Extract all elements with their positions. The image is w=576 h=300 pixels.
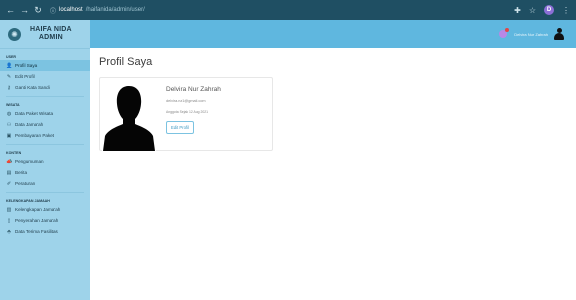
profile-name: Delvira Nur Zahrah bbox=[166, 86, 221, 93]
sidebar-item-label: Pembayaran Paket bbox=[15, 133, 55, 138]
brand-line1: HAIFA NIDA bbox=[30, 26, 72, 33]
brand[interactable]: ✺ HAIFA NIDA ADMIN bbox=[0, 20, 90, 49]
browser-toolbar: ← → ↻ ⓘ localhost/haifanida/admin/user/ … bbox=[0, 0, 576, 20]
sidebar-item-berita[interactable]: ▤ Berita bbox=[0, 167, 90, 178]
globe-icon: ◍ bbox=[6, 110, 12, 117]
profile-email: delvira.nz1@gmail.com bbox=[166, 99, 206, 103]
profile-info: Delvira Nur Zahrah delvira.nz1@gmail.com… bbox=[166, 86, 221, 134]
topbar-user-name[interactable]: Delvira Nur Zahrah bbox=[514, 32, 548, 37]
sidebar-item-label: Data Jama'ah bbox=[15, 122, 44, 127]
key-icon: ⚷ bbox=[7, 84, 11, 91]
info-icon: ⓘ bbox=[50, 8, 57, 15]
sidebar-item-pembayaran-paket[interactable]: ▣ Pembayaran Paket bbox=[0, 130, 90, 141]
sidebar-item-label: Data Paket Wisata bbox=[15, 111, 54, 116]
sidebar-item-profil-saya[interactable]: 👤 Profil Saya bbox=[0, 60, 90, 71]
edit-profile-button[interactable]: Edit Profil bbox=[166, 121, 194, 134]
gift-icon: ⬘ bbox=[7, 228, 11, 235]
divider bbox=[6, 144, 84, 145]
sidebar-item-kelengkapan-jamaah[interactable]: ▥ Kelengkapan Jama'ah bbox=[0, 204, 90, 215]
briefcase-icon: ▥ bbox=[6, 206, 12, 213]
url-host: localhost bbox=[59, 7, 83, 13]
megaphone-icon: 📣 bbox=[6, 158, 13, 165]
user-icon: 👤 bbox=[6, 62, 13, 69]
back-icon[interactable]: ← bbox=[6, 5, 15, 15]
divider bbox=[6, 96, 84, 97]
sidebar-item-label: Kelengkapan Jama'ah bbox=[15, 207, 61, 212]
topbar: Delvira Nur Zahrah bbox=[90, 20, 576, 48]
sidebar-item-ganti-kata-sandi[interactable]: ⚷ Ganti Kata Sandi bbox=[0, 82, 90, 93]
sidebar-item-edit-profil[interactable]: ✎ Edit Profil bbox=[0, 71, 90, 82]
brand-name: HAIFA NIDA ADMIN bbox=[30, 26, 72, 42]
member-since: Anggota Sejak 12 Aug 2021 bbox=[166, 110, 209, 114]
bookmark-icon[interactable]: ☆ bbox=[529, 6, 536, 15]
sidebar-item-data-terima-fasilitas[interactable]: ⬘ Data Terima Fasilitas bbox=[0, 226, 90, 237]
sidebar-item-data-paket-wisata[interactable]: ◍ Data Paket Wisata bbox=[0, 108, 90, 119]
sidebar-item-penyerahan-jamaah[interactable]: ▯ Penyerahan Jama'ah bbox=[0, 215, 90, 226]
browser-profile-avatar[interactable]: D bbox=[544, 5, 554, 15]
sidebar-item-label: Profil Saya bbox=[15, 63, 38, 68]
sidebar-item-label: Edit Profil bbox=[15, 74, 35, 79]
main-content: Profil Saya Delvira Nur Zahrah delvira.n… bbox=[90, 48, 576, 300]
divider bbox=[6, 192, 84, 193]
sidebar: ✺ HAIFA NIDA ADMIN USER 👤 Profil Saya ✎ Ed… bbox=[0, 20, 90, 300]
user-avatar-icon[interactable] bbox=[554, 28, 564, 40]
silhouette-avatar-icon bbox=[103, 86, 155, 151]
globe-logo-icon: ✺ bbox=[8, 27, 21, 41]
user-edit-icon: ✎ bbox=[6, 73, 12, 80]
sidebar-item-label: Pengumuman bbox=[15, 159, 44, 164]
sidebar-item-data-jamaah[interactable]: ⚇ Data Jama'ah bbox=[0, 119, 90, 130]
forward-icon[interactable]: → bbox=[20, 5, 29, 15]
document-icon: ▯ bbox=[7, 217, 11, 224]
address-bar[interactable]: ⓘ localhost/haifanida/admin/user/ bbox=[50, 6, 145, 15]
notification-icon[interactable] bbox=[499, 28, 510, 38]
users-icon: ⚇ bbox=[6, 121, 12, 128]
pen-icon: ✐ bbox=[6, 180, 12, 187]
notification-badge bbox=[505, 28, 510, 32]
profile-photo bbox=[102, 78, 156, 151]
sidebar-item-peraturan[interactable]: ✐ Peraturan bbox=[0, 178, 90, 189]
profile-card: Delvira Nur Zahrah delvira.nz1@gmail.com… bbox=[99, 77, 273, 151]
sidebar-item-label: Peraturan bbox=[15, 181, 36, 186]
brand-line2: ADMIN bbox=[38, 34, 63, 41]
sidebar-item-label: Data Terima Fasilitas bbox=[15, 229, 58, 234]
url-path: /haifanida/admin/user/ bbox=[85, 7, 145, 13]
page-title: Profil Saya bbox=[99, 56, 153, 68]
sidebar-item-label: Ganti Kata Sandi bbox=[15, 85, 50, 90]
sidebar-item-label: Berita bbox=[15, 170, 28, 175]
menu-icon[interactable]: ⋮ bbox=[562, 6, 570, 15]
extensions-icon[interactable]: ✚ bbox=[514, 6, 521, 15]
money-icon: ▣ bbox=[6, 132, 12, 139]
newspaper-icon: ▤ bbox=[6, 169, 12, 176]
sidebar-item-label: Penyerahan Jama'ah bbox=[15, 218, 59, 223]
reload-icon[interactable]: ↻ bbox=[34, 5, 42, 16]
sidebar-item-pengumuman[interactable]: 📣 Pengumuman bbox=[0, 156, 90, 167]
